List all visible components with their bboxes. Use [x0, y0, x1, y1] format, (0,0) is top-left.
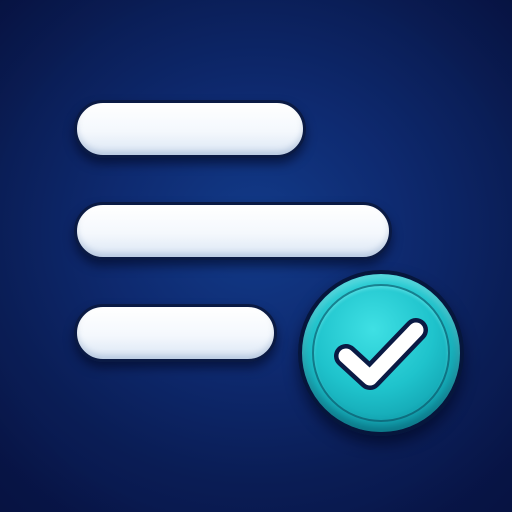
list-line-2 [74, 202, 392, 260]
check-badge [298, 270, 464, 436]
list-line-3 [74, 304, 277, 362]
list-line-1 [74, 100, 306, 158]
checklist-icon [0, 0, 512, 512]
checkmark-icon [334, 318, 428, 390]
